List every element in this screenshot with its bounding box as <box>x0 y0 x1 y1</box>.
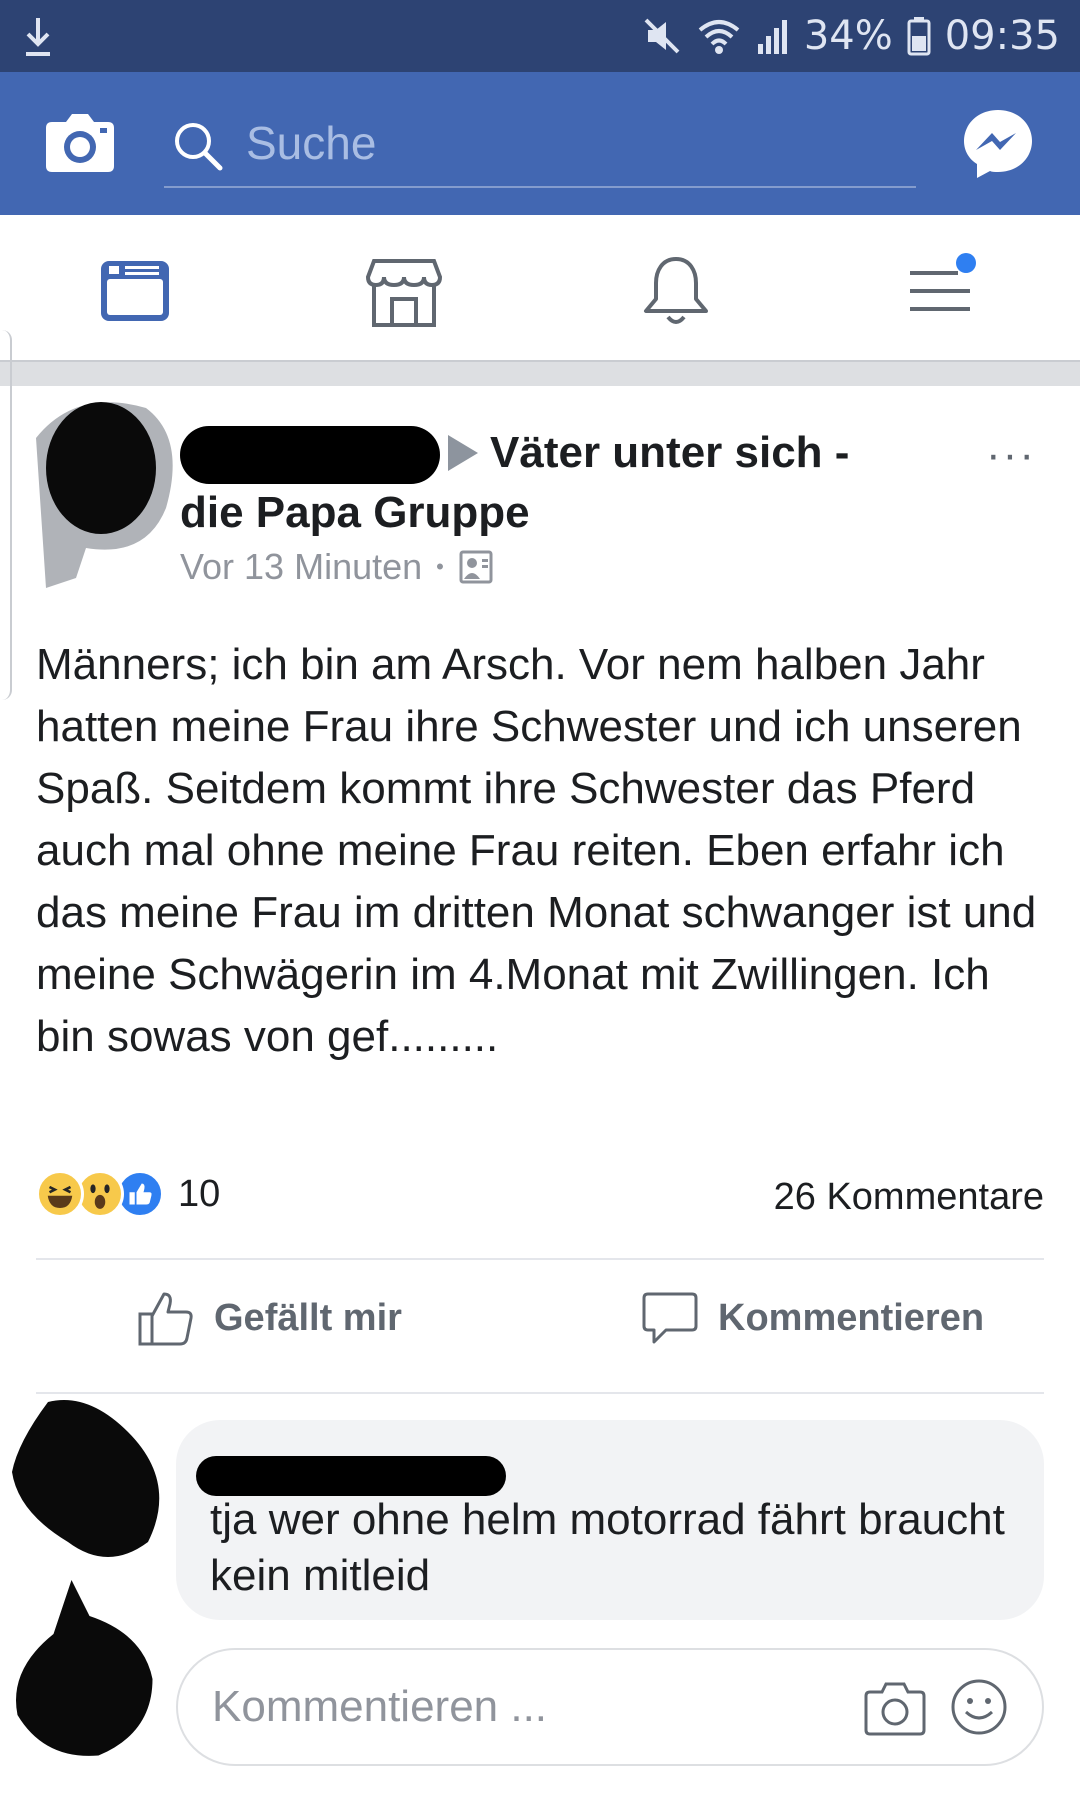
post-text: Männers; ich bin am Arsch. Vor nem halbe… <box>36 640 1037 1061</box>
author-avatar-redacted[interactable] <box>36 398 186 598</box>
post-actions: Gefällt mir Kommentieren <box>0 1262 1080 1382</box>
arrow-right-icon <box>448 435 478 471</box>
mute-icon <box>644 18 680 54</box>
search-placeholder: Suche <box>246 117 377 169</box>
commenter-avatar-redacted[interactable] <box>8 1392 178 1572</box>
reaction-count: 10 <box>178 1172 221 1215</box>
thumbs-up-icon <box>138 1292 193 1346</box>
composer-placeholder: Kommentieren ... <box>212 1682 548 1731</box>
comment-count[interactable]: 26 Kommentare <box>774 1176 1044 1219</box>
comment-bubble: tja wer ohne helm motorrad fährt braucht… <box>176 1420 1044 1620</box>
comment-label: Kommentieren <box>718 1296 985 1339</box>
reaction-summary[interactable]: 10 <box>36 1168 220 1220</box>
tab-bar <box>0 215 1080 360</box>
clock: 09:35 <box>944 13 1060 59</box>
emoji-icon[interactable] <box>950 1678 1008 1736</box>
battery-percent: 34% <box>803 13 893 59</box>
my-avatar-redacted <box>16 1580 153 1756</box>
status-bar: 34% 09:35 <box>0 0 1080 72</box>
wifi-icon <box>698 20 740 54</box>
meta-separator: • <box>436 554 444 579</box>
search-bar[interactable]: Suche <box>164 100 916 188</box>
marketplace-icon[interactable] <box>364 251 444 331</box>
news-feed-icon[interactable] <box>95 251 175 331</box>
divider <box>36 1258 1044 1260</box>
comment-text: tja wer ohne helm motorrad fährt braucht… <box>210 1495 1005 1600</box>
search-icon <box>175 123 223 171</box>
side-edge <box>0 330 12 700</box>
speech-bubble-icon <box>642 1292 698 1344</box>
like-label: Gefällt mir <box>214 1296 402 1339</box>
more-options-icon[interactable]: ··· <box>986 430 1036 480</box>
menu-icon[interactable] <box>900 251 980 331</box>
comment-button[interactable]: Kommentieren <box>640 1288 984 1348</box>
author-name-redacted[interactable] <box>180 426 440 485</box>
post-meta: Vor 13 Minuten • <box>180 546 494 588</box>
divider <box>36 1392 1044 1394</box>
battery-icon <box>907 17 931 56</box>
top-app-bar: Suche <box>0 72 1080 215</box>
comment-composer[interactable]: Kommentieren ... <box>176 1648 1044 1766</box>
feed-separator <box>0 360 1080 386</box>
notifications-icon[interactable] <box>636 251 716 331</box>
download-icon <box>26 18 50 56</box>
camera-icon[interactable] <box>864 1680 926 1736</box>
like-button[interactable]: Gefällt mir <box>136 1288 402 1348</box>
group-name-line2[interactable]: die Papa Gruppe <box>180 488 530 537</box>
post-header: Väter unter sich - die Papa Gruppe <box>180 424 940 542</box>
camera-icon[interactable] <box>44 110 116 174</box>
post-timestamp[interactable]: Vor 13 Minuten <box>180 546 422 588</box>
messenger-icon[interactable] <box>960 106 1036 182</box>
group-name-line1[interactable]: Väter unter sich - <box>490 428 849 477</box>
haha-reaction-icon <box>36 1170 84 1218</box>
commenter-name-redacted[interactable] <box>196 1456 506 1496</box>
group-privacy-icon <box>459 550 493 584</box>
signal-icon <box>757 20 787 54</box>
